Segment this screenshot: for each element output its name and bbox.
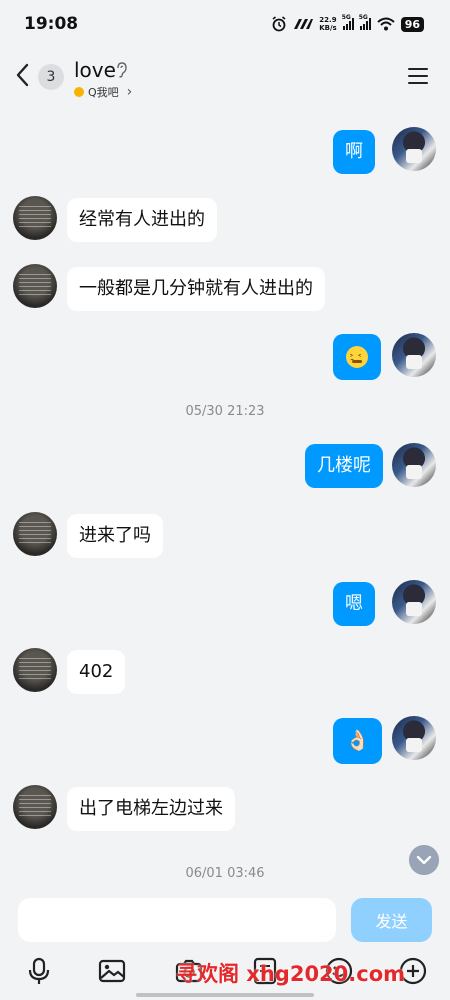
battery-indicator: 96 [400, 16, 424, 32]
status-icons: 22.9 KB/s 5G 5G 96 [271, 14, 424, 32]
back-arrow-icon[interactable] [12, 62, 34, 88]
status-time: 19:08 [24, 14, 79, 34]
alarm-icon [272, 16, 286, 32]
contact-avatar[interactable] [13, 196, 57, 240]
my-avatar[interactable] [392, 580, 436, 624]
menu-icon[interactable] [408, 68, 428, 84]
message-bubble-incoming[interactable]: 一般都是几分钟就有人进出的 [67, 267, 325, 311]
send-button[interactable]: 发送 [351, 898, 432, 942]
ok-hand-emoji: 👌🏻 [345, 728, 370, 752]
status-bar: 19:08 22.9 KB/s 5G 5G 96 [0, 0, 450, 46]
contact-avatar[interactable] [13, 264, 57, 308]
my-avatar[interactable] [392, 127, 436, 171]
wifi-icon [377, 17, 395, 31]
my-avatar[interactable] [392, 443, 436, 487]
my-avatar[interactable] [392, 716, 436, 760]
status-dot-icon [74, 87, 84, 97]
message-bubble-outgoing[interactable] [333, 334, 381, 380]
unread-count-badge[interactable]: 3 [38, 64, 64, 90]
contact-avatar[interactable] [13, 785, 57, 829]
my-avatar[interactable] [392, 333, 436, 377]
message-timestamp: 06/01 03:46 [185, 866, 265, 881]
home-indicator[interactable] [136, 993, 314, 997]
chat-header: 3 love Q我吧 › [0, 46, 450, 106]
chevron-right-icon: › [126, 84, 133, 100]
signal-1-icon: 5G [342, 14, 354, 30]
chat-title[interactable]: love [74, 58, 116, 82]
message-bubble-outgoing[interactable]: 嗯 [333, 582, 375, 626]
contact-avatar[interactable] [13, 648, 57, 692]
scroll-to-bottom-icon[interactable] [409, 845, 439, 875]
chat-subtitle[interactable]: Q我吧 › [74, 84, 132, 100]
message-input[interactable] [18, 898, 336, 942]
contact-avatar[interactable] [13, 512, 57, 556]
microphone-icon[interactable] [24, 956, 54, 986]
chat-screen: 19:08 22.9 KB/s 5G 5G 96 3 love Q我吧 › 啊 … [0, 0, 450, 1000]
message-bubble-outgoing[interactable]: 啊 [333, 130, 375, 174]
face-emoji-icon [346, 346, 368, 372]
watermark-text: 寻欢阁 xhg2020.com [176, 962, 406, 986]
image-icon[interactable] [97, 956, 127, 986]
message-bubble-incoming[interactable]: 402 [67, 650, 126, 694]
message-bubble-incoming[interactable]: 出了电梯左边过来 [67, 787, 235, 831]
message-timestamp: 05/30 21:23 [185, 404, 265, 419]
message-bubble-incoming[interactable]: 进来了吗 [67, 514, 163, 558]
net-speed: 22.9 KB/s [319, 16, 337, 32]
ear-icon [117, 62, 127, 78]
subtitle-text: Q我吧 [88, 86, 119, 99]
app-notification-icon [294, 19, 314, 29]
signal-2-icon: 5G [359, 14, 371, 30]
message-bubble-outgoing[interactable]: 👌🏻 [333, 718, 382, 764]
message-bubble-outgoing[interactable]: 几楼呢 [305, 444, 383, 488]
message-bubble-incoming[interactable]: 经常有人进出的 [67, 198, 217, 242]
